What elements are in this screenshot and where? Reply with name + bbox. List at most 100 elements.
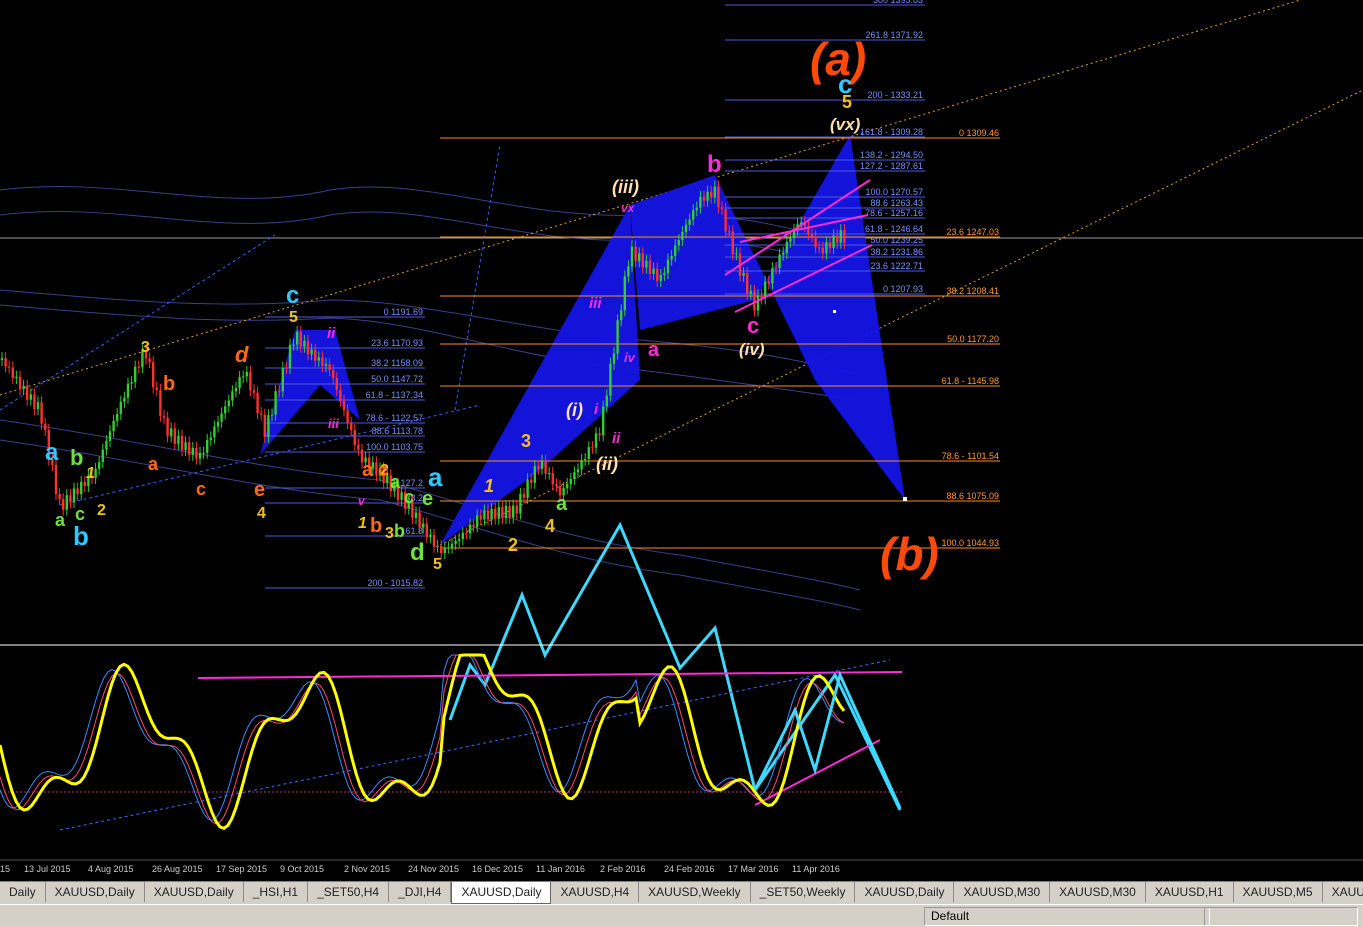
wave-label-1: 1 [484, 476, 494, 496]
chart-tab[interactable]: XAUUSD,Daily [46, 882, 145, 902]
chart-tab[interactable]: XAUUSD,Daily [145, 882, 244, 902]
chart-tab[interactable]: _SET50,H4 [308, 882, 390, 902]
fib-left-label: 100.0 1103.75 [366, 442, 423, 452]
candle-body [702, 196, 706, 201]
oscillator-panel [0, 653, 903, 831]
candle-body [18, 376, 22, 390]
candle-body [26, 385, 29, 400]
chart-tab[interactable]: _SET50,Weekly [751, 882, 856, 902]
wave-label-4-left: 4 [257, 505, 266, 522]
candle-body [443, 547, 446, 554]
wave-label-b-green-left: b [70, 445, 83, 470]
candle-body [663, 273, 666, 276]
candle-body [180, 435, 184, 450]
wave-label-c-orange: c [196, 479, 206, 499]
candle-body [821, 247, 824, 254]
fib-right-orange-label: 0 1309.46 [959, 128, 999, 138]
fib-right-blue-label: 100.0 1270.57 [865, 187, 923, 197]
chart-tab[interactable]: XAUUSD,M30 [1050, 882, 1146, 902]
candle-body [184, 442, 187, 450]
chart-tab[interactable]: XAUUSD,Weekly [639, 882, 751, 902]
wave-label-1-left: 1 [86, 465, 95, 482]
chart-tab[interactable]: Daily [0, 882, 46, 902]
candle-body [688, 219, 691, 225]
candle-body [159, 390, 162, 416]
fib-right-blue-label: 38.2 1231.86 [870, 247, 923, 257]
candle-body [418, 512, 421, 528]
candle-body [263, 414, 266, 437]
candle-body [202, 452, 205, 454]
candle-body [742, 272, 745, 276]
wave-label-b-big: (b) [880, 528, 939, 580]
chart-tab[interactable]: XAUUSD,H4 [551, 882, 640, 902]
candle-body [620, 310, 623, 321]
candle-body [429, 534, 432, 538]
candle-body [44, 423, 47, 430]
chart-tab[interactable]: XAUUSD,H1 [1146, 882, 1234, 902]
candle-body [731, 231, 734, 255]
chart-tab[interactable]: XAUUSD,M5 [1234, 882, 1323, 902]
wave-label-d-mid: d [410, 539, 425, 566]
candle-body [314, 349, 317, 361]
candle-body [526, 479, 529, 498]
candle-body [220, 413, 223, 422]
chart-tab[interactable]: XAUUSD,M30 [954, 882, 1051, 902]
chart-tab[interactable]: _HSI,H1 [244, 882, 309, 902]
candle-body [652, 268, 655, 274]
candle-body [810, 234, 814, 237]
candle-body [465, 533, 468, 535]
fib-left-label: 38.2 1158.09 [371, 358, 423, 368]
chart-tab[interactable]: XAUUSD,Daily [451, 882, 552, 904]
candle-body [504, 505, 508, 519]
wave-label-a-green: a [556, 493, 568, 515]
chart-tab[interactable]: _DJI,H4 [389, 882, 452, 902]
price-chart[interactable]: 0 1191.69 23.6 1170.93 38.2 1158.09 50.0 11… [0, 0, 1363, 926]
cyan-zigzag-price [448, 521, 902, 811]
chart-tab[interactable]: XAUUSD,H1 [1323, 882, 1363, 902]
candle-body [756, 295, 760, 311]
candle-body [425, 523, 428, 538]
candle-body [40, 402, 43, 424]
candle-body [713, 186, 716, 198]
candle-body [494, 508, 497, 519]
wave-label-iv-paren: (iv) [739, 340, 765, 359]
wave-label-2: 2 [508, 535, 518, 555]
candle-body [710, 191, 713, 198]
candle-body [540, 460, 544, 469]
candle-body [191, 447, 194, 455]
candle-body [832, 235, 835, 248]
wave-label-a-orange: a [148, 454, 159, 474]
candle-body [522, 493, 526, 498]
wave-label-iii-left: iii [328, 416, 339, 431]
time-axis-label: 16 Dec 2015 [472, 864, 523, 874]
candle-body [684, 224, 688, 233]
candle-body [432, 534, 436, 547]
candle-body [148, 358, 151, 363]
fib-right-orange-label: 78.6 - 1101.54 [942, 451, 999, 461]
candle-body [130, 382, 133, 384]
candle-body [670, 256, 673, 260]
candle-body [623, 276, 626, 311]
fib-right-orange-label: 50.0 1177.20 [947, 334, 999, 344]
fib-right-blue-label: 161.8 - 1309.28 [860, 127, 923, 137]
profile-status[interactable]: Default [924, 907, 1210, 926]
candle-body [825, 242, 828, 254]
wave-label-e-orange: e [254, 479, 265, 501]
candle-body [414, 512, 418, 518]
candle-body [335, 377, 338, 391]
candle-body [274, 391, 277, 415]
wave-label-2-left: 2 [97, 502, 106, 519]
candle-body [346, 410, 349, 424]
candle-body [62, 499, 65, 510]
wave-label-3-mid: 3 [385, 525, 394, 542]
candle-body [569, 478, 572, 484]
candle-body [692, 210, 695, 220]
wave-label-b-green-mid: b [394, 521, 405, 541]
candle-body [706, 191, 709, 201]
candle-body [551, 472, 554, 485]
candle-body [317, 357, 320, 361]
wave-label-1-mid: 1 [358, 515, 367, 532]
wave-label-3-left: 3 [141, 339, 150, 356]
chart-tab[interactable]: XAUUSD,Daily [855, 882, 955, 902]
candle-body [224, 406, 227, 414]
